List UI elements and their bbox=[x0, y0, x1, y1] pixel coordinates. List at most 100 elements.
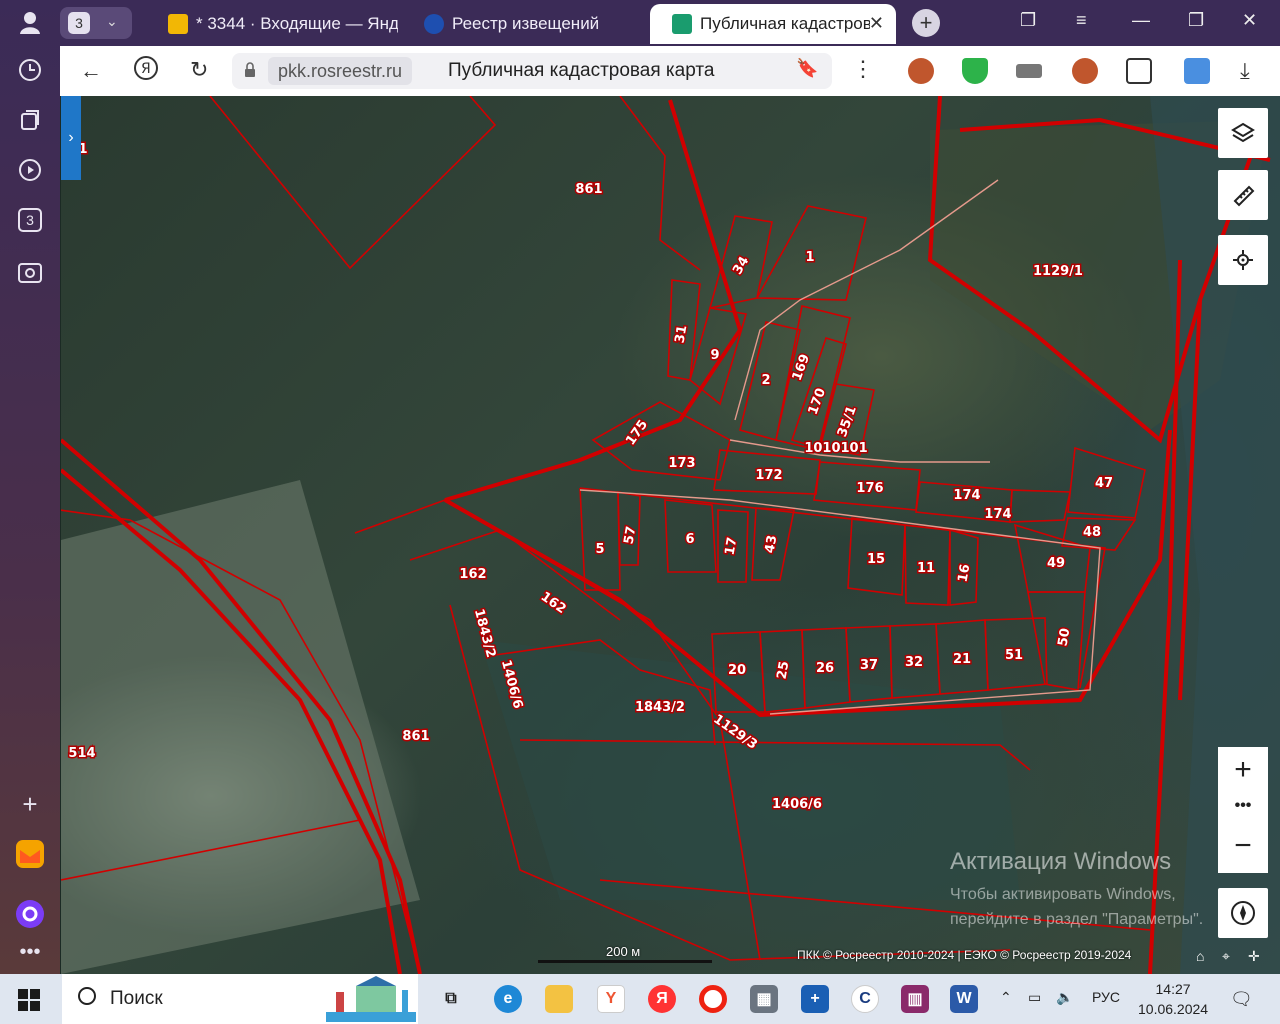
shield-extension-icon[interactable] bbox=[962, 58, 988, 84]
edge-icon[interactable]: e bbox=[494, 985, 522, 1013]
yandex-app-icon[interactable]: Я bbox=[648, 985, 676, 1013]
more-icon[interactable]: ••• bbox=[14, 936, 46, 968]
parcel-label[interactable]: 1129/1 bbox=[1032, 263, 1085, 281]
parcel-label[interactable]: 48 bbox=[1081, 524, 1102, 542]
volume-icon[interactable]: 🔈 bbox=[1056, 989, 1073, 1006]
parcel-label[interactable]: 47 bbox=[1093, 475, 1114, 493]
parcel-label[interactable]: 17 bbox=[721, 535, 742, 558]
yandex-icon[interactable]: Я bbox=[134, 56, 158, 86]
parcel-label[interactable]: 861 bbox=[574, 181, 604, 199]
parcel-label[interactable]: 16 bbox=[954, 562, 975, 585]
parcel-label[interactable]: 11 bbox=[915, 560, 936, 578]
parcel-label[interactable]: 514 bbox=[67, 745, 97, 763]
side-panel-toggle-button[interactable]: › bbox=[61, 96, 81, 180]
word-icon[interactable]: W bbox=[950, 985, 978, 1013]
tray-chevron-icon[interactable]: ⌃ bbox=[1000, 989, 1012, 1006]
parcel-label[interactable]: 50 bbox=[1054, 626, 1075, 649]
extension-4-icon[interactable] bbox=[1072, 58, 1098, 84]
parcel-label[interactable]: 174 bbox=[952, 487, 982, 505]
parcel-label[interactable]: 1406/6 bbox=[771, 796, 824, 814]
file-explorer-icon[interactable] bbox=[545, 985, 573, 1013]
zoom-more-icon[interactable]: ••• bbox=[1218, 797, 1268, 815]
parcel-label[interactable]: 34 bbox=[729, 253, 754, 279]
yandex-browser-icon[interactable]: Y bbox=[597, 985, 625, 1013]
parcel-label[interactable]: 1 bbox=[804, 249, 816, 267]
close-tab-icon[interactable]: ✕ bbox=[869, 13, 884, 34]
winrar-icon[interactable]: ▥ bbox=[901, 985, 929, 1013]
parcel-label[interactable]: 861 bbox=[401, 728, 431, 746]
layers-button[interactable] bbox=[1218, 108, 1268, 158]
back-icon[interactable]: ← bbox=[80, 58, 102, 84]
parcel-label[interactable]: 35/1 bbox=[833, 402, 861, 440]
parcel-label[interactable]: 162 bbox=[458, 566, 488, 584]
parcel-label[interactable]: 9 bbox=[709, 347, 721, 365]
history-icon[interactable] bbox=[14, 54, 46, 86]
alice-icon[interactable] bbox=[14, 898, 46, 930]
video-icon[interactable] bbox=[14, 154, 46, 186]
language-indicator[interactable]: РУС bbox=[1092, 989, 1120, 1005]
bookmarks-panel-icon[interactable]: ❐ bbox=[1020, 10, 1036, 31]
download-icon[interactable]: ⤓ bbox=[1240, 58, 1250, 84]
extension-5-icon[interactable] bbox=[1126, 58, 1152, 84]
target-icon[interactable]: ⌖ bbox=[1222, 948, 1230, 965]
calculator-icon[interactable]: ▦ bbox=[750, 985, 778, 1013]
parcel-label[interactable]: 169 bbox=[788, 351, 814, 385]
opera-icon[interactable] bbox=[699, 985, 727, 1013]
parcel-label[interactable]: 162 bbox=[536, 588, 570, 619]
ccleaner-icon[interactable]: C bbox=[851, 985, 879, 1013]
mail-app-icon[interactable] bbox=[14, 838, 46, 870]
collections-icon[interactable] bbox=[14, 104, 46, 136]
parcel-label[interactable]: 173 bbox=[667, 455, 697, 473]
parcel-label[interactable]: 37 bbox=[858, 657, 879, 675]
parcel-label[interactable]: 20 bbox=[726, 662, 747, 680]
crosshair-small-icon[interactable]: ✛ bbox=[1248, 948, 1260, 965]
parcel-label[interactable]: 172 bbox=[754, 467, 784, 485]
tab-cadastral-map[interactable]: Публичная кадастрова ✕ bbox=[650, 4, 896, 44]
restore-icon[interactable]: ❐ bbox=[1188, 10, 1204, 31]
zoom-in-button[interactable]: + bbox=[1218, 753, 1268, 787]
profile-icon[interactable] bbox=[14, 6, 46, 38]
more-menu-icon[interactable]: ⋮ bbox=[852, 56, 874, 82]
add-icon[interactable]: + bbox=[14, 788, 46, 820]
extension-1-icon[interactable] bbox=[908, 58, 934, 84]
network-icon[interactable]: ▭ bbox=[1028, 989, 1041, 1006]
tab-notices[interactable]: Реестр извещений bbox=[402, 4, 648, 44]
plus-app-icon[interactable]: + bbox=[801, 985, 829, 1013]
close-window-icon[interactable]: ✕ bbox=[1242, 10, 1257, 31]
parcel-label[interactable]: 43 bbox=[761, 533, 782, 556]
menu-icon[interactable]: ≡ bbox=[1076, 10, 1087, 31]
system-clock[interactable]: 14:27 10.06.2024 bbox=[1138, 979, 1208, 1019]
home-icon[interactable]: ⌂ bbox=[1196, 948, 1204, 964]
tabs-count-icon[interactable]: 3 bbox=[14, 204, 46, 236]
parcel-label[interactable]: 31 bbox=[671, 323, 692, 346]
taskbar-search[interactable]: Поиск bbox=[62, 974, 418, 1024]
parcel-label[interactable]: 5 bbox=[594, 541, 606, 559]
parcel-label[interactable]: 176 bbox=[855, 480, 885, 498]
reload-icon[interactable]: ↻ bbox=[190, 57, 208, 83]
tab-mail[interactable]: * 3344 · Входящие — Янде bbox=[146, 4, 398, 44]
cadastral-map[interactable]: 861 1 1129/1 34 1 31 9 2 169 170 35/1 175 1010101 173… bbox=[61, 96, 1280, 974]
windows-start-icon[interactable] bbox=[18, 989, 40, 1011]
parcel-label[interactable]: 49 bbox=[1045, 555, 1066, 573]
parcel-label[interactable]: 174 bbox=[983, 506, 1013, 524]
minimize-icon[interactable]: — bbox=[1132, 10, 1150, 31]
parcel-label[interactable]: 21 bbox=[951, 651, 972, 669]
new-tab-button[interactable]: + bbox=[912, 9, 940, 37]
locate-button[interactable] bbox=[1218, 235, 1268, 285]
notifications-icon[interactable]: 🗨 bbox=[1230, 989, 1253, 1010]
parcel-label[interactable]: 1843/2 bbox=[634, 699, 687, 717]
parcel-label[interactable]: 2 bbox=[760, 372, 772, 390]
parcel-label[interactable]: 51 bbox=[1003, 647, 1024, 665]
parcel-label[interactable]: 57 bbox=[620, 524, 641, 547]
parcel-label[interactable]: 1010101 bbox=[803, 440, 869, 458]
extension-6-icon[interactable] bbox=[1184, 58, 1210, 84]
parcel-label[interactable]: 6 bbox=[684, 531, 696, 549]
bookmark-icon[interactable]: 🔖 bbox=[796, 58, 818, 79]
parcel-label[interactable]: 15 bbox=[865, 551, 886, 569]
task-view-icon[interactable]: ⧉ bbox=[437, 985, 465, 1013]
parcel-label[interactable]: 25 bbox=[773, 659, 794, 682]
address-bar[interactable]: pkk.rosreestr.ru Публичная кадастровая к… bbox=[232, 53, 832, 89]
zoom-out-button[interactable]: − bbox=[1218, 829, 1268, 863]
parcel-label[interactable]: 1843/2 bbox=[469, 606, 499, 661]
tab-count-button[interactable]: 3 ⌄ bbox=[60, 7, 132, 39]
